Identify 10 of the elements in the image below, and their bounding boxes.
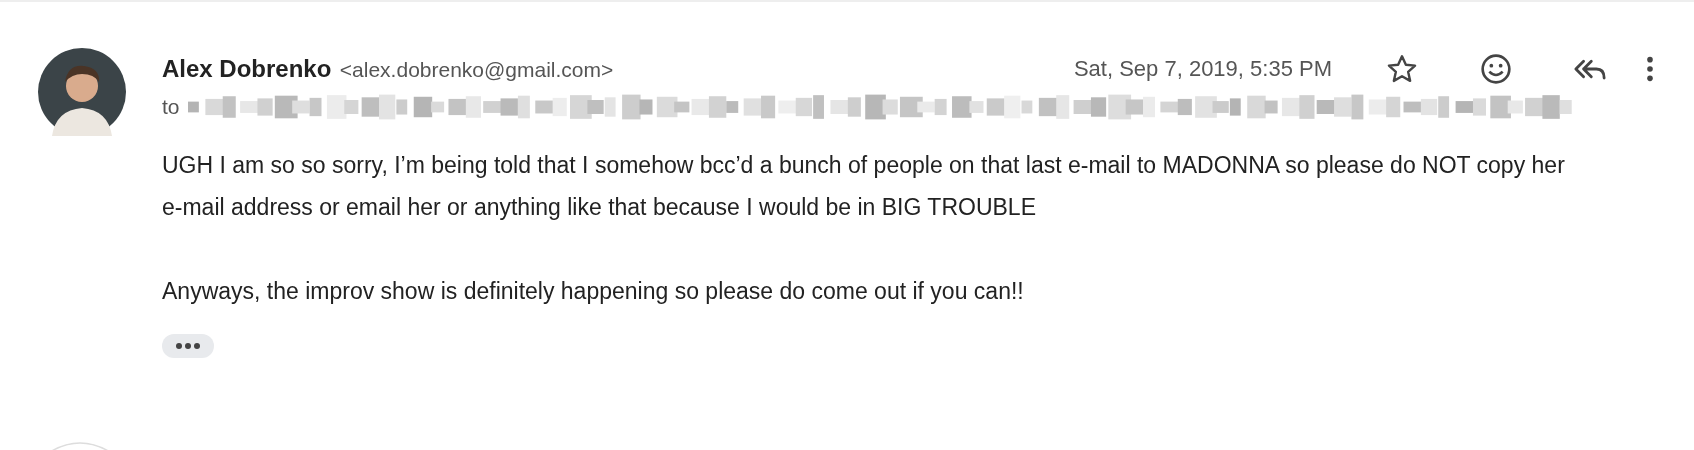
sender-name: Alex Dobrenko <box>162 55 332 82</box>
ellipsis-icon <box>175 342 201 350</box>
body-paragraph: Anyways, the improv show is definitely happening so please do come out if you can!! <box>162 277 1025 306</box>
sender-email: <alex.dobrenko@gmail.com> <box>339 58 614 81</box>
date-text: Sat, Sep 7, 2019, 5:35 PM <box>1073 56 1332 82</box>
more-icon[interactable] <box>1646 55 1654 83</box>
to-label: to <box>162 95 180 119</box>
show-trimmed-button[interactable] <box>162 334 214 358</box>
body-paragraph: UGH I am so so sorry, I’m being told that I somehow bcc’d a bunch of people on that last e-mail to MADONNA so please do NOT copy her e-mail address or email her or anything like that because I would be in BIG TROUBLE <box>162 151 1566 222</box>
smiley-icon[interactable] <box>1478 53 1514 85</box>
